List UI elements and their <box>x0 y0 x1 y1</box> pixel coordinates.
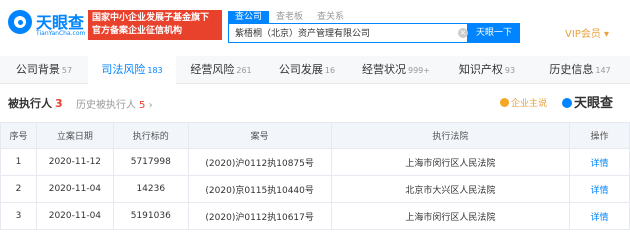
tab-label: 经营风险 <box>190 63 235 76</box>
tab-count: 93 <box>504 66 516 75</box>
badge-line-2: 官方备案企业征信机构 <box>92 26 183 36</box>
col-amount: 执行标的 <box>112 122 189 149</box>
tab-company-development[interactable]: 公司发展 16 <box>266 56 348 84</box>
col-action: 操作 <box>569 122 630 149</box>
tab-count: 147 <box>595 66 611 75</box>
badge-line-1: 国家中小企业发展子基金旗下 <box>92 13 210 23</box>
section-count: 3 <box>55 97 63 110</box>
tab-operating-status[interactable]: 经营状况 999+ <box>348 56 444 84</box>
detail-link[interactable]: 详情 <box>569 148 630 176</box>
cell-amount: 5717998 <box>112 148 189 176</box>
executed-person-table: 序号 立案日期 执行标的 案号 执行法院 操作 1 2020-11-12 571… <box>0 122 630 230</box>
cell-amount: 14236 <box>112 175 189 203</box>
col-index: 序号 <box>0 122 37 149</box>
chevron-down-icon: ▾ <box>604 29 610 40</box>
clear-icon[interactable]: × <box>458 28 468 38</box>
cell-case-number: (2020)沪0112执10617号 <box>187 202 332 230</box>
cell-filing-date: 2020-11-04 <box>35 175 114 203</box>
tab-search-relation[interactable]: 查关系 <box>310 11 351 23</box>
tab-count: 999+ <box>408 66 430 75</box>
tab-search-boss[interactable]: 查老板 <box>269 11 310 23</box>
history-executed-link[interactable]: 历史被执行人 5 › <box>76 96 153 111</box>
tianyancha-logo[interactable]: 天眼查 TianYanCha.com <box>8 8 88 42</box>
tab-label: 知识产权 <box>458 63 503 76</box>
cell-filing-date: 2020-11-12 <box>35 148 114 176</box>
detail-link[interactable]: 详情 <box>569 202 630 230</box>
cell-filing-date: 2020-11-04 <box>35 202 114 230</box>
category-nav: 公司背景 57 司法风险 183 经营风险 261 公司发展 16 经营状况 999+ 知… <box>0 56 630 84</box>
history-count: 5 <box>139 100 146 111</box>
search-type-tabs: 查公司 查老板 查关系 <box>228 11 351 23</box>
col-filing-date: 立案日期 <box>35 122 114 149</box>
tab-label: 司法风险 <box>101 63 146 76</box>
search-input[interactable] <box>235 27 455 37</box>
tab-company-background[interactable]: 公司背景 57 <box>0 56 88 84</box>
tab-count: 261 <box>236 66 252 75</box>
col-case-number: 案号 <box>187 122 332 149</box>
owner-says-label: 企业主说 <box>511 99 548 109</box>
search-button[interactable]: 天眼一下 <box>468 23 520 43</box>
tab-label: 经营状况 <box>362 63 406 76</box>
table-row: 2 2020-11-04 14236 (2020)京0115执10440号 北京… <box>0 175 630 203</box>
cell-amount: 5191036 <box>112 202 189 230</box>
cell-court: 上海市闵行区人民法院 <box>330 202 571 230</box>
eye-logo-icon <box>562 98 572 108</box>
watermark-logo: 天眼查 <box>562 92 613 111</box>
tab-history-info[interactable]: 历史信息 147 <box>530 56 630 84</box>
tab-count: 57 <box>61 66 73 75</box>
vip-label: VIP会员 <box>565 29 601 40</box>
cell-court: 北京市大兴区人民法院 <box>330 175 571 203</box>
official-badge: 国家中小企业发展子基金旗下 官方备案企业征信机构 <box>88 10 222 40</box>
detail-link[interactable]: 详情 <box>569 175 630 203</box>
header: 天眼查 TianYanCha.com 国家中小企业发展子基金旗下 官方备案企业征… <box>0 0 630 54</box>
col-court: 执行法院 <box>330 122 571 149</box>
tab-label: 公司发展 <box>278 63 323 76</box>
speech-icon <box>500 98 509 107</box>
table-row: 3 2020-11-04 5191036 (2020)沪0112执10617号 … <box>0 202 630 230</box>
tab-judicial-risk[interactable]: 司法风险 183 <box>88 56 176 84</box>
tab-label: 公司背景 <box>15 63 60 76</box>
logo-domain: TianYanCha.com <box>36 30 86 37</box>
tab-label: 历史信息 <box>549 63 594 76</box>
section-title: 被执行人 3 <box>8 95 63 111</box>
tab-business-risk[interactable]: 经营风险 261 <box>176 56 266 84</box>
table-row: 1 2020-11-12 5717998 (2020)沪0112执10875号 … <box>0 148 630 176</box>
cell-index: 1 <box>0 148 37 176</box>
tab-count: 16 <box>324 66 336 75</box>
cell-index: 2 <box>0 175 37 203</box>
section-header: 被执行人 3 历史被执行人 5 › 企业主说 天眼查 <box>0 93 630 111</box>
vip-member-link[interactable]: VIP会员 ▾ <box>565 25 609 40</box>
cell-case-number: (2020)京0115执10440号 <box>187 175 332 203</box>
owner-says-button[interactable]: 企业主说 <box>500 96 547 109</box>
eye-logo-icon <box>8 10 32 34</box>
table-header-row: 序号 立案日期 执行标的 案号 执行法院 操作 <box>0 122 630 149</box>
chevron-right-icon: › <box>148 100 153 111</box>
tab-search-company[interactable]: 查公司 <box>228 11 270 23</box>
tab-count: 183 <box>147 66 163 75</box>
cell-index: 3 <box>0 202 37 230</box>
history-label: 历史被执行人 <box>76 100 136 111</box>
section-title-label: 被执行人 <box>8 97 52 110</box>
cell-court: 上海市闵行区人民法院 <box>330 148 571 176</box>
watermark-text: 天眼查 <box>574 96 614 111</box>
tab-intellectual-property[interactable]: 知识产权 93 <box>444 56 530 84</box>
search-box: × <box>228 23 468 43</box>
cell-case-number: (2020)沪0112执10875号 <box>187 148 332 176</box>
